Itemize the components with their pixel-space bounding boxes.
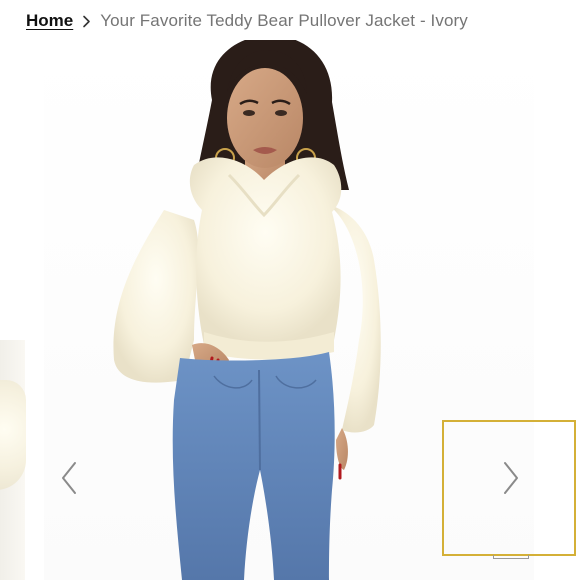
jacket-sleeve-detail <box>0 380 26 490</box>
breadcrumb-home-link[interactable]: Home <box>26 11 73 31</box>
chevron-right-icon <box>82 15 91 28</box>
breadcrumb-current-page: Your Favorite Teddy Bear Pullover Jacket… <box>100 11 468 30</box>
product-image-gallery <box>0 40 579 580</box>
next-image-button[interactable] <box>496 460 526 500</box>
previous-image-button[interactable] <box>54 460 84 500</box>
chevron-right-icon <box>502 461 520 500</box>
breadcrumb: Home Your Favorite Teddy Bear Pullover J… <box>26 9 468 33</box>
chevron-left-icon <box>60 461 78 500</box>
thumbnail-indicator <box>493 555 529 559</box>
previous-product-image-peek[interactable] <box>0 340 26 580</box>
